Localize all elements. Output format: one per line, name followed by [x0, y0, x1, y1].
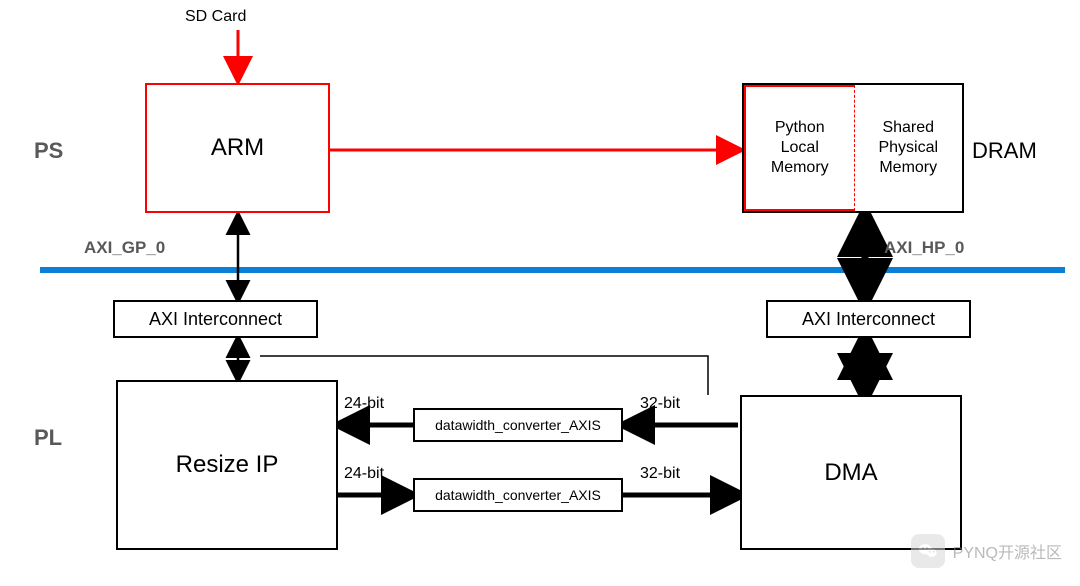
datawidth-converter-1: datawidth_converter_AXIS: [413, 408, 623, 442]
axi-interconnect-right: AXI Interconnect: [766, 300, 971, 338]
dma-block: DMA: [740, 395, 962, 550]
dram-label: DRAM: [972, 138, 1037, 164]
conv2-text: datawidth_converter_AXIS: [435, 487, 601, 503]
label-32bit-bottom: 32-bit: [640, 465, 680, 483]
wechat-icon: [911, 534, 945, 568]
shared-mem-text: Shared Physical Memory: [878, 118, 938, 178]
watermark-text: PYNQ开源社区: [953, 539, 1062, 563]
resize-ip-block: Resize IP: [116, 380, 338, 550]
python-local-memory: Python Local Memory: [744, 85, 855, 211]
dram-block: Python Local Memory Shared Physical Memo…: [742, 83, 964, 213]
conv1-text: datawidth_converter_AXIS: [435, 417, 601, 433]
label-32bit-top: 32-bit: [640, 395, 680, 413]
ps-label: PS: [34, 138, 63, 164]
axi-hp-label: AXI_HP_0: [884, 238, 964, 258]
axi-interconnect-left: AXI Interconnect: [113, 300, 318, 338]
arm-text: ARM: [211, 134, 264, 162]
arm-block: ARM: [145, 83, 330, 213]
label-24bit-bottom: 24-bit: [344, 465, 384, 483]
dma-text: DMA: [824, 459, 877, 487]
datawidth-converter-2: datawidth_converter_AXIS: [413, 478, 623, 512]
axi-right-text: AXI Interconnect: [802, 309, 935, 330]
watermark: PYNQ开源社区: [911, 534, 1062, 568]
pl-label: PL: [34, 425, 62, 451]
axi-gp-label: AXI_GP_0: [84, 238, 165, 258]
python-mem-text: Python Local Memory: [771, 118, 829, 178]
sd-card-label: SD Card: [185, 8, 246, 26]
shared-physical-memory: Shared Physical Memory: [855, 85, 963, 211]
resize-ip-text: Resize IP: [176, 451, 279, 479]
axi-left-text: AXI Interconnect: [149, 309, 282, 330]
label-24bit-top: 24-bit: [344, 395, 384, 413]
